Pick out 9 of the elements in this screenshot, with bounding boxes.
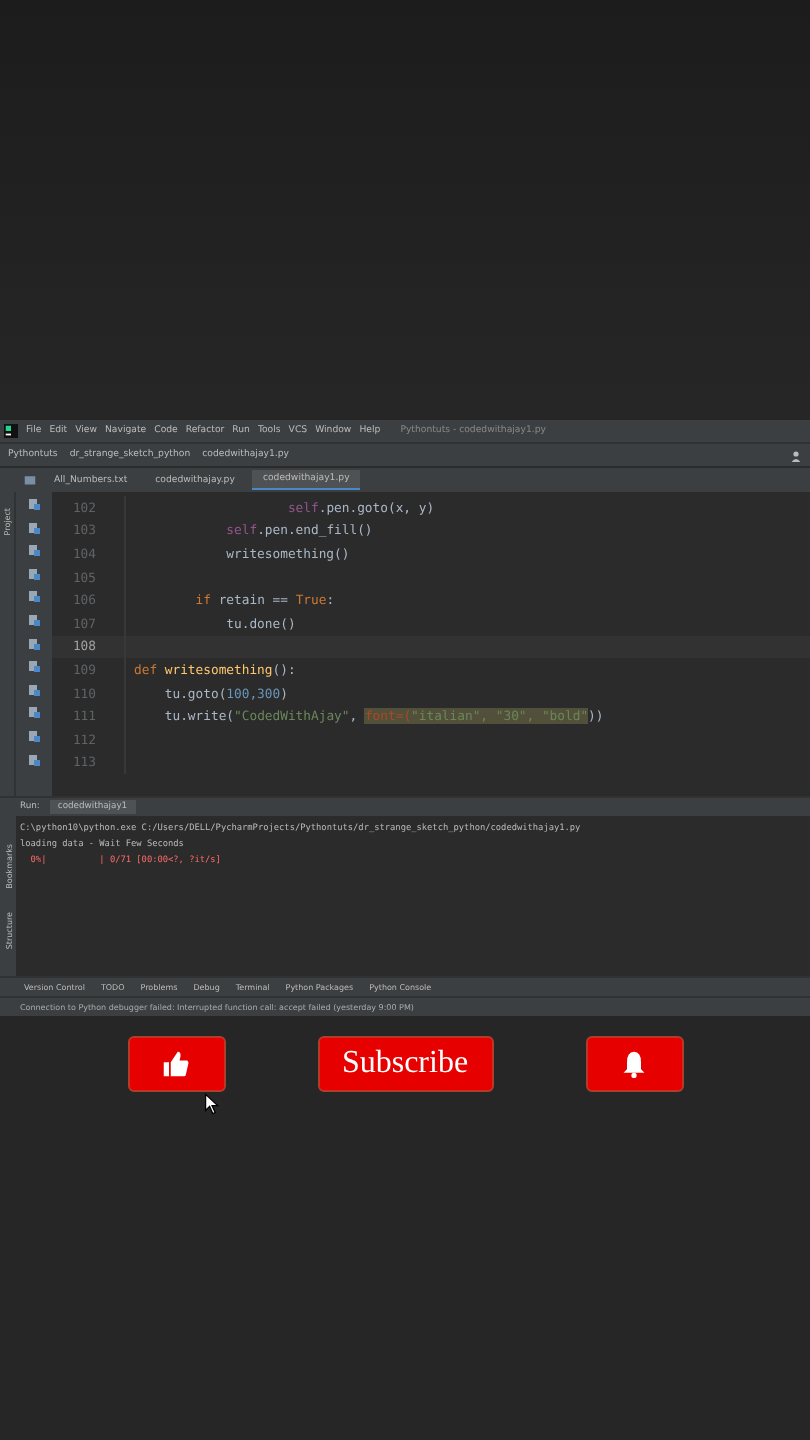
user-icon[interactable] [790, 449, 802, 461]
thumbs-up-icon [162, 1050, 190, 1078]
app-logo-icon [4, 424, 18, 438]
mouse-cursor-icon [204, 1092, 220, 1116]
bell-button[interactable] [585, 1036, 683, 1092]
like-button[interactable] [127, 1036, 225, 1092]
subscribe-button[interactable]: Subscribe [317, 1036, 493, 1092]
folder-icon[interactable] [24, 474, 36, 486]
bell-icon [620, 1050, 648, 1078]
